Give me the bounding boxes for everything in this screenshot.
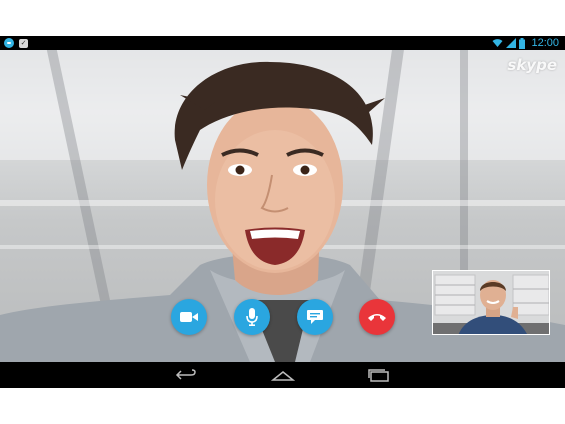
call-controls [0, 299, 565, 335]
home-button[interactable] [268, 366, 298, 384]
home-icon [271, 371, 295, 381]
video-camera-icon [180, 312, 198, 322]
navigation-bar [0, 362, 565, 388]
recent-apps-button[interactable] [364, 366, 394, 384]
wifi-icon [492, 39, 503, 47]
video-toggle-button[interactable] [171, 299, 207, 335]
battery-icon [519, 37, 526, 49]
notification-area [4, 38, 28, 48]
back-icon [175, 369, 196, 380]
system-indicators: 12:00 [492, 36, 559, 50]
skype-watermark: skype [507, 56, 557, 74]
mute-button[interactable] [234, 299, 270, 335]
check-icon [19, 39, 28, 48]
chat-button[interactable] [297, 299, 333, 335]
signal-icon [506, 38, 517, 48]
microphone-icon [246, 308, 258, 326]
skype-icon [4, 38, 14, 48]
hang-up-icon [368, 314, 386, 321]
recent-apps-icon [368, 369, 389, 382]
end-call-button[interactable] [359, 299, 395, 335]
status-bar: 12:00 [0, 36, 565, 50]
clock: 12:00 [531, 37, 559, 49]
back-button[interactable] [171, 366, 201, 384]
chat-bubble-icon [307, 310, 323, 324]
tablet-screen: 12:00 [0, 36, 565, 388]
